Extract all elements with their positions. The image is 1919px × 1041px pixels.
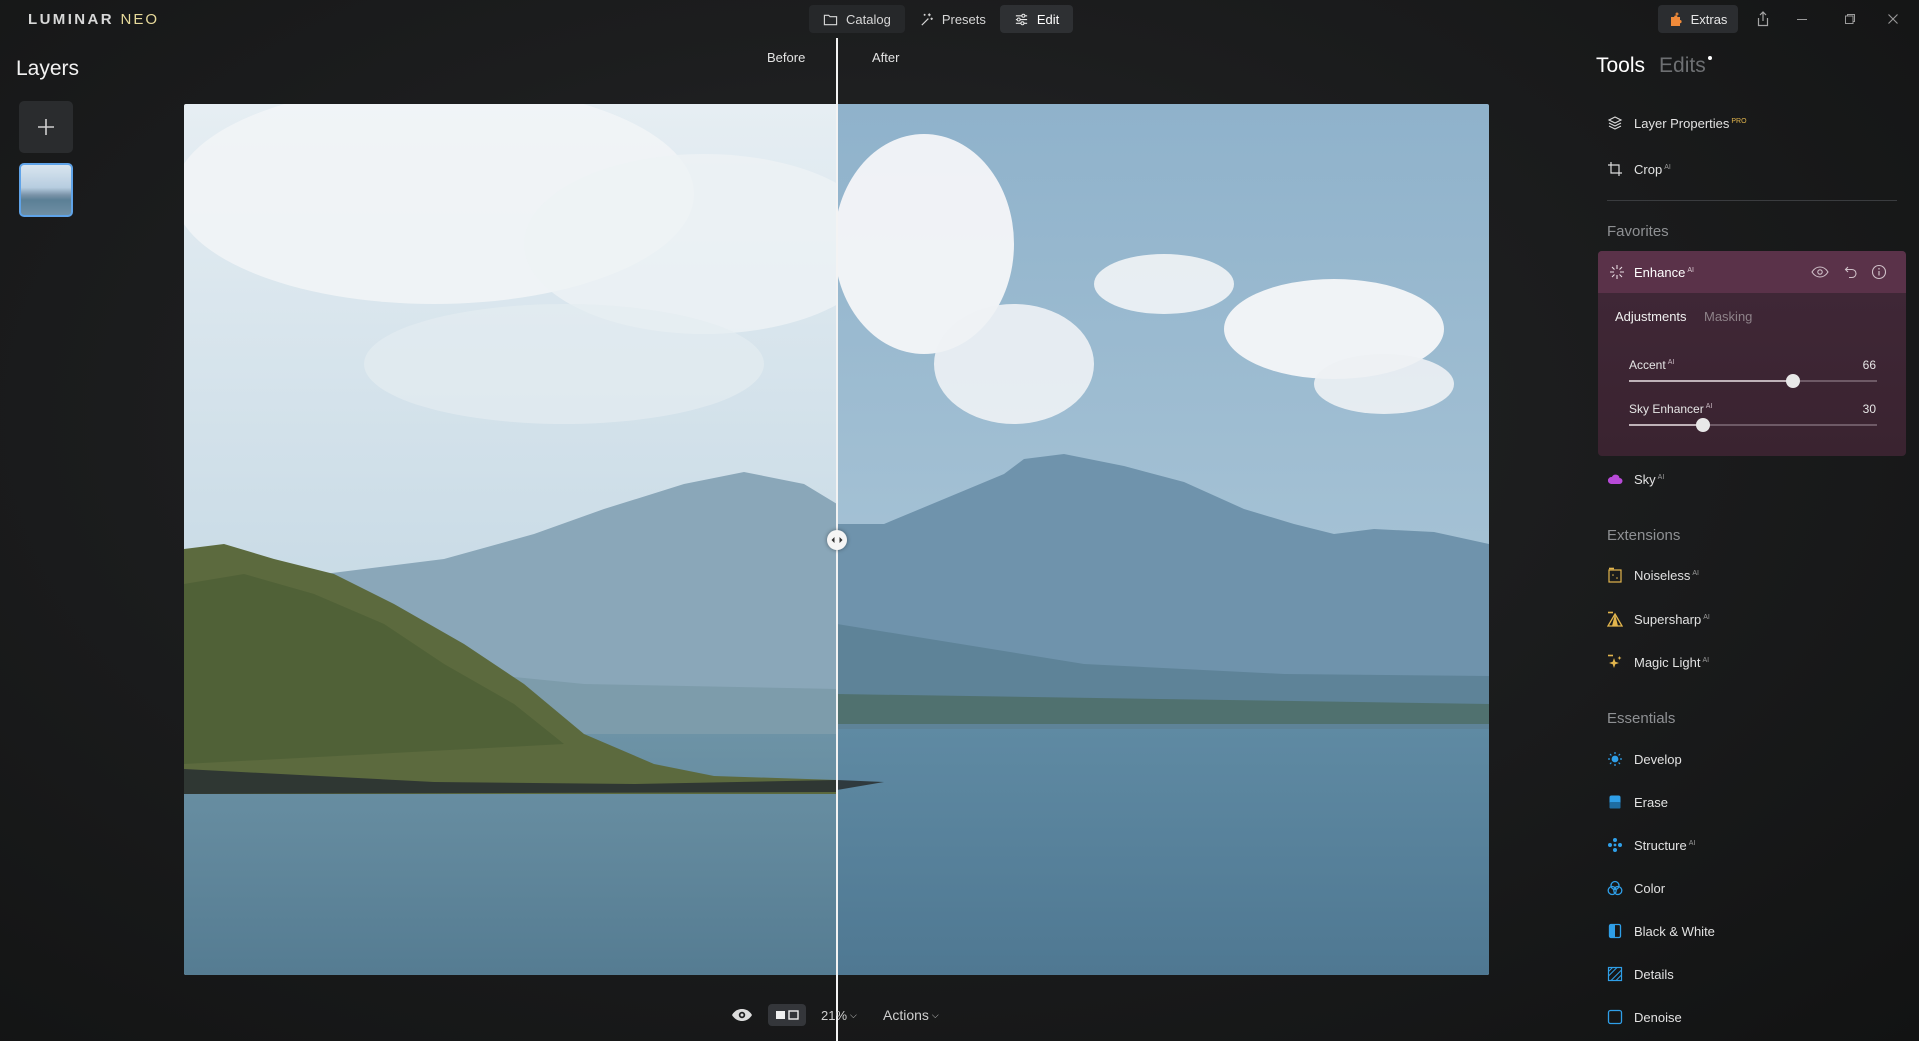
tab-adjustments[interactable]: Adjustments (1615, 309, 1687, 324)
layer-thumbnail[interactable] (19, 163, 73, 217)
title-bar: LUMINAR NEO Catalog Presets Edit Extras (0, 0, 1919, 38)
mode-switcher: Catalog Presets Edit (809, 5, 1074, 33)
layers-icon (1606, 114, 1624, 132)
visibility-eye-icon[interactable] (1811, 263, 1829, 281)
compare-view-button[interactable] (768, 1004, 806, 1026)
tool-black-white[interactable]: Black & White (1606, 918, 1715, 944)
restore-icon[interactable] (1839, 8, 1861, 30)
add-layer-button[interactable] (19, 101, 73, 153)
tool-structure[interactable]: Structure AI (1606, 832, 1695, 858)
chevron-down-icon: ⌵ (931, 1009, 939, 1020)
accent-slider-thumb[interactable] (1786, 374, 1800, 388)
black-white-icon (1606, 922, 1624, 940)
cloud-icon (1606, 470, 1624, 488)
accent-slider-label: Accent AI (1629, 358, 1675, 372)
edits-tab[interactable]: Edits (1659, 54, 1712, 78)
color-icon (1606, 879, 1624, 897)
sky-enhancer-slider[interactable] (1629, 418, 1877, 432)
catalog-tab[interactable]: Catalog (809, 5, 905, 33)
tool-erase[interactable]: Erase (1606, 789, 1668, 815)
details-icon (1606, 965, 1624, 983)
enhance-tool-card: Enhance AI Adjustments Masking Accent AI 6… (1598, 251, 1906, 456)
zoom-dropdown[interactable]: 21% ⌵ (821, 1000, 857, 1030)
edit-tab[interactable]: Edit (999, 5, 1074, 33)
sparkle-wand-icon (921, 12, 933, 26)
close-icon[interactable] (1882, 8, 1904, 30)
layers-title: Layers (16, 57, 80, 80)
enhance-header[interactable]: Enhance AI (1598, 251, 1906, 293)
presets-tab[interactable]: Presets (905, 5, 1000, 33)
preview-eye-button[interactable] (731, 1000, 753, 1030)
plus-icon (38, 119, 54, 135)
sky-enhancer-slider-fill (1629, 424, 1703, 426)
panel-divider (1607, 200, 1897, 201)
tool-denoise[interactable]: Denoise (1606, 1004, 1682, 1030)
noiseless-icon (1606, 566, 1624, 584)
app-logo: LUMINAR NEO (28, 11, 160, 28)
info-icon[interactable] (1870, 263, 1888, 281)
tool-details[interactable]: Details (1606, 961, 1674, 987)
reset-icon[interactable] (1842, 263, 1860, 281)
tools-tab[interactable]: Tools (1596, 54, 1645, 78)
edits-indicator-dot (1707, 56, 1712, 60)
tool-magic-light[interactable]: Magic Light AI (1606, 649, 1709, 675)
sliders-icon (1015, 13, 1028, 25)
tool-noiseless[interactable]: Noiseless AI (1606, 562, 1699, 588)
panel-tabs: Tools Edits (1596, 54, 1712, 78)
tool-develop[interactable]: Develop (1606, 746, 1682, 772)
favorites-title: Favorites (1607, 223, 1669, 240)
structure-icon (1606, 836, 1624, 854)
tool-supersharp[interactable]: Supersharp AI (1606, 606, 1710, 632)
denoise-icon (1606, 1008, 1624, 1026)
sky-enhancer-slider-thumb[interactable] (1696, 418, 1710, 432)
accent-slider-fill (1629, 380, 1793, 382)
sky-enhancer-slider-label: Sky Enhancer AI (1629, 402, 1713, 416)
before-label: Before (767, 50, 806, 65)
actions-dropdown[interactable]: Actions ⌵ (883, 1000, 939, 1030)
tool-layer-properties[interactable]: Layer Properties PRO (1606, 110, 1747, 136)
essentials-title: Essentials (1607, 710, 1676, 727)
extensions-title: Extensions (1607, 527, 1681, 544)
eraser-icon (1606, 793, 1624, 811)
enhance-sparkle-icon (1608, 263, 1626, 281)
eye-icon (732, 1009, 752, 1021)
folder-icon (823, 14, 838, 25)
sky-enhancer-value: 30 (1862, 402, 1876, 416)
drag-arrows-icon (831, 537, 843, 543)
tool-sky[interactable]: Sky AI (1606, 466, 1664, 492)
split-view-icon (776, 1010, 799, 1020)
crop-icon (1606, 160, 1624, 178)
magic-light-icon (1606, 653, 1624, 671)
puzzle-icon (1670, 12, 1682, 26)
accent-slider[interactable] (1629, 374, 1877, 388)
tab-masking[interactable]: Masking (1704, 309, 1752, 324)
share-icon[interactable] (1752, 8, 1774, 30)
accent-value: 66 (1862, 358, 1876, 372)
extras-button[interactable]: Extras (1658, 5, 1738, 33)
sun-icon (1606, 750, 1624, 768)
chevron-down-icon: ⌵ (850, 1009, 857, 1020)
supersharp-icon (1606, 610, 1624, 628)
after-label: After (872, 50, 900, 65)
tool-color[interactable]: Color (1606, 875, 1665, 901)
enhance-title: Enhance AI (1634, 265, 1694, 280)
tool-crop[interactable]: Crop AI (1606, 156, 1671, 182)
minimize-icon[interactable] (1791, 8, 1813, 30)
compare-drag-handle[interactable] (827, 530, 847, 550)
